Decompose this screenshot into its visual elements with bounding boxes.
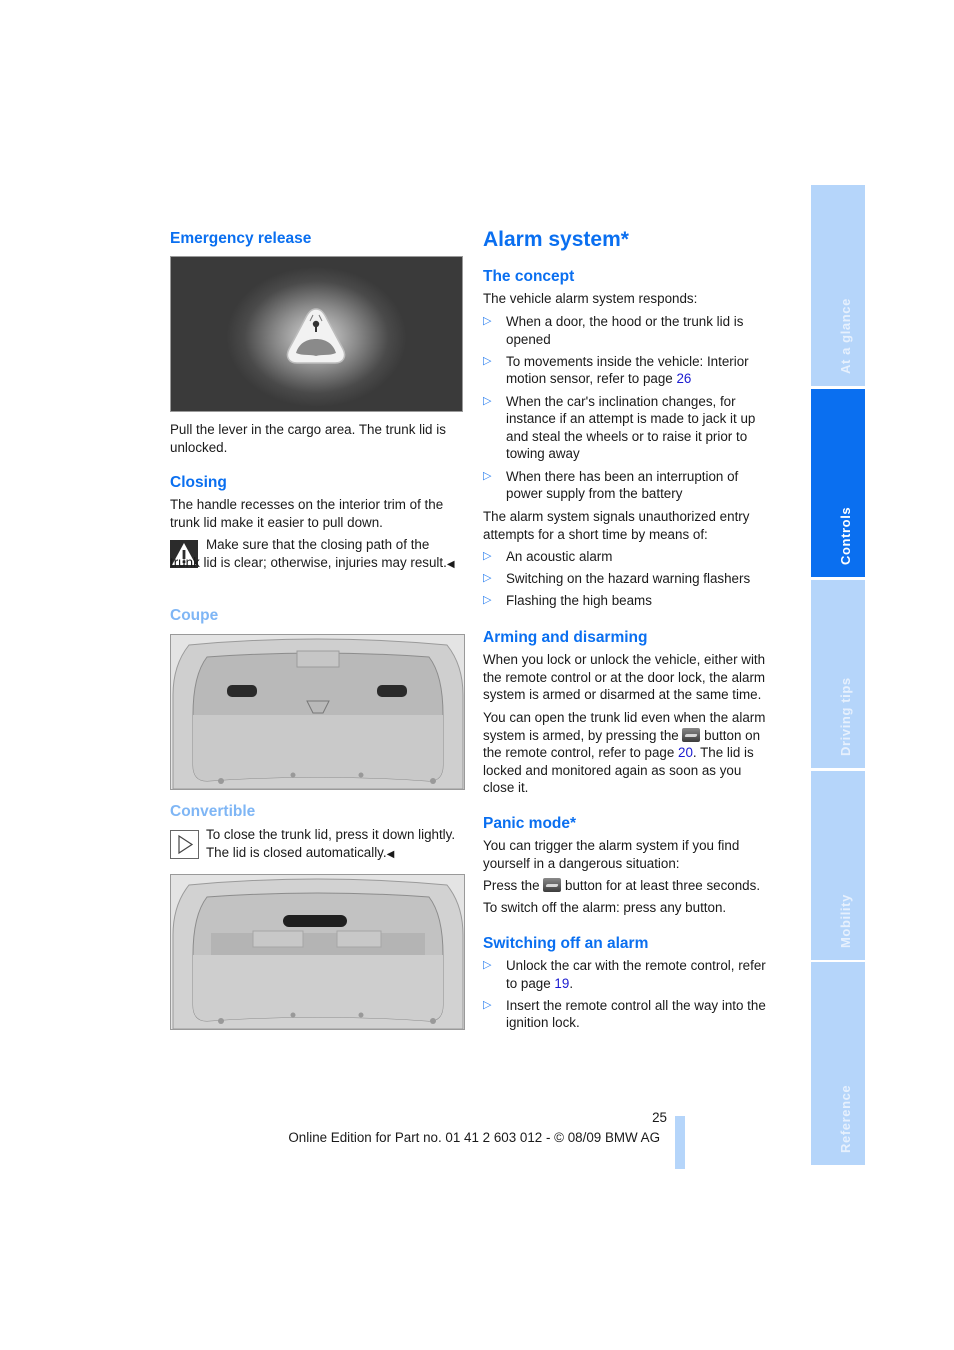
coupe-heading: Coupe [170, 607, 219, 624]
concept-intro: The vehicle alarm system responds: [483, 291, 698, 306]
list-item-text: Switching on the hazard warning flashers [506, 571, 751, 587]
end-mark-icon: ◀ [386, 848, 395, 860]
footer-marker-bar [675, 1116, 685, 1169]
bullet-icon: ▷ [483, 550, 492, 562]
page-link-26[interactable]: 26 [676, 371, 691, 386]
tab-reference[interactable]: Reference [811, 962, 865, 1165]
tab-label: At a glance [838, 298, 853, 374]
bullet-icon: ▷ [483, 594, 492, 607]
list-item: ▷ When the car's inclination changes, for… [483, 393, 775, 463]
tab-driving-tips[interactable]: Driving tips [811, 580, 865, 768]
convertible-trunk-lid-image [170, 874, 465, 1030]
bullet-icon: ▷ [483, 394, 492, 407]
bullet-icon: ▷ [483, 959, 492, 971]
list-item-text: Insert the remote control all the way in… [506, 997, 766, 1031]
bullet-icon: ▷ [483, 354, 492, 367]
tab-label: Controls [838, 506, 853, 565]
list-item-text: An acoustic alarm [506, 549, 613, 564]
emergency-release-lever-icon [286, 308, 346, 364]
convertible-trunk-lid-illustration [172, 878, 464, 1029]
list-item: ▷ When there has been an interruption of … [483, 468, 775, 503]
list-item-text: When there has been an interruption of p… [506, 468, 739, 502]
warning-text: Make sure that the closing path of the t… [170, 537, 447, 570]
panic-paragraph-3: To switch off the alarm: press any butto… [483, 900, 727, 915]
bullet-icon: ▷ [483, 572, 492, 585]
tab-controls[interactable]: Controls [811, 389, 865, 577]
list-item: ▷ An acoustic alarm [483, 548, 775, 566]
footer-edition-text: Online Edition for Part no. 01 41 2 603 … [288, 1130, 660, 1145]
list-item: ▷ Insert the remote control all the way i… [483, 997, 775, 1032]
page-number: 25 [652, 1110, 667, 1125]
convertible-heading: Convertible [170, 803, 256, 820]
panic-mode-heading: Panic mode* [483, 815, 577, 832]
coupe-trunk-lid-image [170, 634, 465, 790]
emergency-release-text: Pull the lever in the cargo area. The tr… [170, 422, 446, 455]
panic-paragraph-1: You can trigger the alarm system if you … [483, 838, 740, 871]
concept-heading: The concept [483, 268, 575, 285]
list-item-text: To movements inside the vehicle: Interio… [506, 353, 749, 387]
closing-heading: Closing [170, 474, 227, 491]
bullet-icon: ▷ [483, 315, 492, 327]
convertible-note-text: To close the trunk lid, press it down li… [206, 827, 456, 860]
end-mark-icon: ◀ [446, 558, 455, 570]
trunk-button-icon [543, 878, 562, 892]
tab-label: Reference [838, 1084, 853, 1153]
tab-label: Driving tips [838, 677, 853, 756]
page-link-19[interactable]: 19 [554, 976, 569, 991]
emergency-release-lever-image [170, 256, 463, 412]
list-item-text: When the car's inclination changes, for … [506, 393, 756, 462]
warning-notice: Make sure that the closing path of the t… [170, 536, 462, 573]
emergency-release-heading: Emergency release [170, 230, 312, 247]
convertible-note: To close the trunk lid, press it down li… [206, 826, 464, 863]
tab-mobility[interactable]: Mobility [811, 771, 865, 960]
switching-off-bullet-list: ▷ Unlock the car with the remote control,… [483, 957, 775, 1037]
list-item-text: When a door, the hood or the trunk lid i… [506, 314, 744, 347]
note-icon [170, 830, 199, 859]
arming-paragraph-2: You can open the trunk lid even when the… [483, 710, 766, 796]
arming-heading: Arming and disarming [483, 629, 648, 646]
coupe-trunk-lid-illustration [172, 638, 464, 789]
list-item: ▷ Switching on the hazard warning flasher… [483, 570, 775, 588]
signals-intro: The alarm system signals unauthorized en… [483, 509, 750, 542]
list-item: ▷ Flashing the high beams [483, 592, 775, 610]
tab-label: Mobility [838, 894, 853, 948]
bullet-icon: ▷ [483, 998, 492, 1011]
switching-off-heading: Switching off an alarm [483, 935, 649, 952]
closing-text: The handle recesses on the interior trim… [170, 497, 444, 530]
signals-bullet-list: ▷ An acoustic alarm ▷ Switching on the haz… [483, 548, 775, 615]
page-title: Alarm system* [483, 228, 629, 251]
list-item: ▷ Unlock the car with the remote control,… [483, 958, 766, 991]
list-item-text: Unlock the car with the remote control, … [506, 958, 766, 991]
list-item-text: Flashing the high beams [506, 593, 652, 609]
list-item: ▷ When a door, the hood or the trunk lid … [483, 313, 775, 348]
page-link-20[interactable]: 20 [678, 745, 693, 760]
concept-bullet-list: ▷ When a door, the hood or the trunk lid … [483, 313, 775, 507]
panic-paragraph-2: Press the button for at least three seco… [483, 878, 761, 893]
bullet-icon: ▷ [483, 469, 492, 482]
arming-paragraph-1: When you lock or unlock the vehicle, eit… [483, 652, 766, 703]
trunk-button-icon [682, 727, 701, 742]
list-item: ▷ To movements inside the vehicle: Interi… [483, 353, 775, 388]
tab-at-a-glance[interactable]: At a glance [811, 185, 865, 386]
